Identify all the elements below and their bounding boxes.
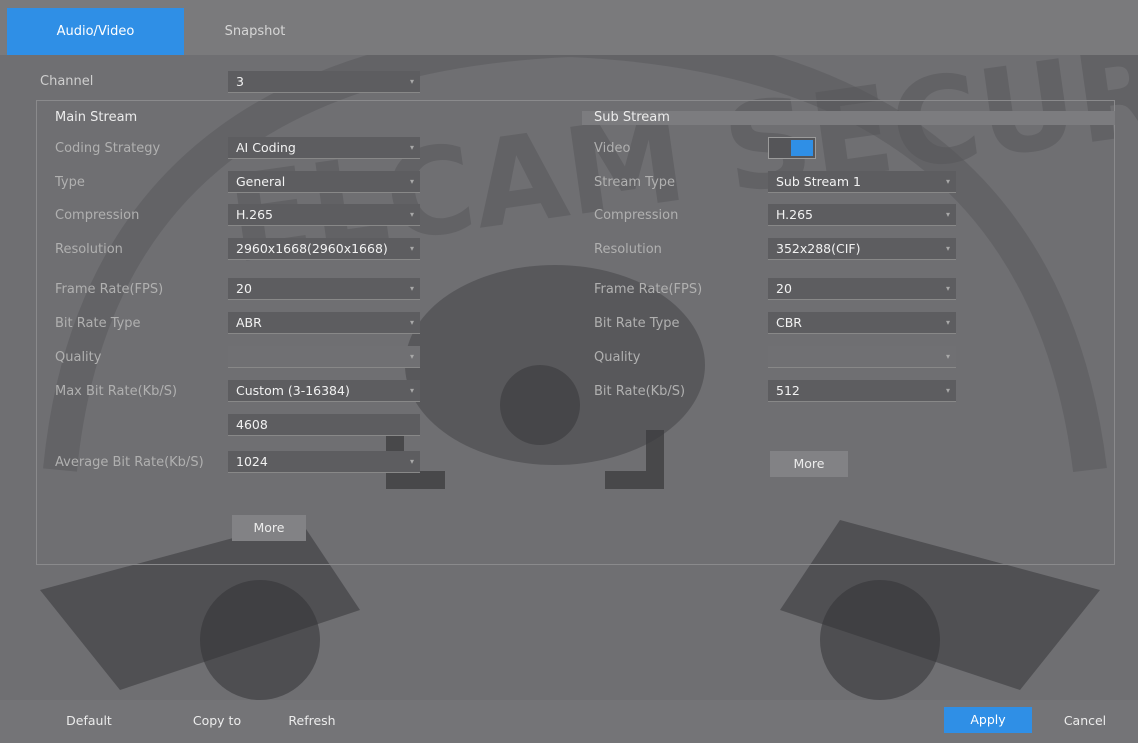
main-compression-select[interactable]: H.265 (228, 204, 420, 226)
main-resolution-value: 2960x1668(2960x1668) (236, 241, 388, 256)
main-max-bit-rate-label: Max Bit Rate(Kb/S) (55, 384, 178, 399)
channel-value: 3 (236, 74, 244, 89)
sub-stream-type-label: Stream Type (594, 175, 676, 190)
main-average-bit-rate-label: Average Bit Rate(Kb/S) (55, 455, 204, 470)
chevron-down-icon (410, 71, 414, 92)
main-bit-rate-type-label: Bit Rate Type (55, 316, 141, 331)
sub-more-button[interactable]: More (770, 451, 848, 477)
main-compression-value: H.265 (236, 207, 274, 222)
sub-frame-rate-label: Frame Rate(FPS) (594, 282, 703, 297)
main-type-value: General (236, 174, 286, 189)
default-button[interactable]: Default (48, 708, 130, 734)
sub-bit-rate-type-value: CBR (776, 315, 802, 330)
main-more-button[interactable]: More (232, 515, 306, 541)
main-frame-rate-select[interactable]: 20 (228, 278, 420, 300)
main-average-bit-rate-select[interactable]: 1024 (228, 451, 420, 473)
channel-label: Channel (40, 74, 94, 89)
chevron-down-icon (410, 312, 414, 333)
sub-resolution-label: Resolution (594, 242, 662, 257)
main-bit-rate-type-select[interactable]: ABR (228, 312, 420, 334)
tab-bar: Audio/Video Snapshot (0, 0, 1138, 55)
chevron-down-icon (410, 137, 414, 158)
apply-button[interactable]: Apply (944, 707, 1032, 733)
chevron-down-icon (946, 278, 950, 299)
chevron-down-icon (946, 346, 950, 367)
main-max-bit-rate-custom-value: 4608 (236, 417, 268, 432)
tab-snapshot[interactable]: Snapshot (190, 8, 320, 55)
chevron-down-icon (946, 171, 950, 192)
main-compression-label: Compression (55, 208, 140, 223)
chevron-down-icon (946, 204, 950, 225)
sub-quality-label: Quality (594, 350, 641, 365)
main-max-bit-rate-value: Custom (3-16384) (236, 383, 350, 398)
chevron-down-icon (946, 380, 950, 401)
sub-stream-type-value: Sub Stream 1 (776, 174, 861, 189)
sub-bit-rate-select[interactable]: 512 (768, 380, 956, 402)
sub-stream-type-select[interactable]: Sub Stream 1 (768, 171, 956, 193)
chevron-down-icon (946, 312, 950, 333)
sub-resolution-value: 352x288(CIF) (776, 241, 861, 256)
chevron-down-icon (410, 278, 414, 299)
chevron-down-icon (410, 171, 414, 192)
channel-select[interactable]: 3 (228, 71, 420, 93)
sub-stream-title: Sub Stream (594, 110, 670, 125)
sub-compression-label: Compression (594, 208, 679, 223)
main-coding-strategy-select[interactable]: AI Coding (228, 137, 420, 159)
chevron-down-icon (946, 238, 950, 259)
main-coding-strategy-label: Coding Strategy (55, 141, 161, 156)
sub-bit-rate-type-select[interactable]: CBR (768, 312, 956, 334)
main-max-bit-rate-custom-input[interactable]: 4608 (228, 414, 420, 436)
main-frame-rate-label: Frame Rate(FPS) (55, 282, 164, 297)
chevron-down-icon (410, 204, 414, 225)
chevron-down-icon (410, 451, 414, 472)
main-quality-label: Quality (55, 350, 102, 365)
main-type-select[interactable]: General (228, 171, 420, 193)
main-bit-rate-type-value: ABR (236, 315, 262, 330)
sub-video-toggle[interactable] (768, 137, 816, 159)
main-resolution-select[interactable]: 2960x1668(2960x1668) (228, 238, 420, 260)
toggle-knob (791, 140, 813, 156)
main-stream-title: Main Stream (55, 110, 138, 125)
chevron-down-icon (410, 238, 414, 259)
sub-bit-rate-type-label: Bit Rate Type (594, 316, 680, 331)
sub-video-label: Video (594, 141, 631, 156)
sub-bit-rate-label: Bit Rate(Kb/S) (594, 384, 686, 399)
main-average-bit-rate-value: 1024 (236, 454, 268, 469)
copy-to-button[interactable]: Copy to (180, 708, 254, 734)
main-coding-strategy-value: AI Coding (236, 140, 296, 155)
sub-frame-rate-value: 20 (776, 281, 792, 296)
chevron-down-icon (410, 380, 414, 401)
sub-bit-rate-value: 512 (776, 383, 800, 398)
cancel-button[interactable]: Cancel (1044, 708, 1126, 734)
main-frame-rate-value: 20 (236, 281, 252, 296)
sub-resolution-select[interactable]: 352x288(CIF) (768, 238, 956, 260)
main-resolution-label: Resolution (55, 242, 123, 257)
refresh-button[interactable]: Refresh (272, 708, 352, 734)
sub-frame-rate-select[interactable]: 20 (768, 278, 956, 300)
main-type-label: Type (55, 175, 85, 190)
sub-compression-value: H.265 (776, 207, 814, 222)
main-quality-select[interactable] (228, 346, 420, 368)
main-max-bit-rate-select[interactable]: Custom (3-16384) (228, 380, 420, 402)
sub-compression-select[interactable]: H.265 (768, 204, 956, 226)
chevron-down-icon (410, 346, 414, 367)
sub-quality-select[interactable] (768, 346, 956, 368)
tab-audio-video[interactable]: Audio/Video (7, 8, 184, 55)
